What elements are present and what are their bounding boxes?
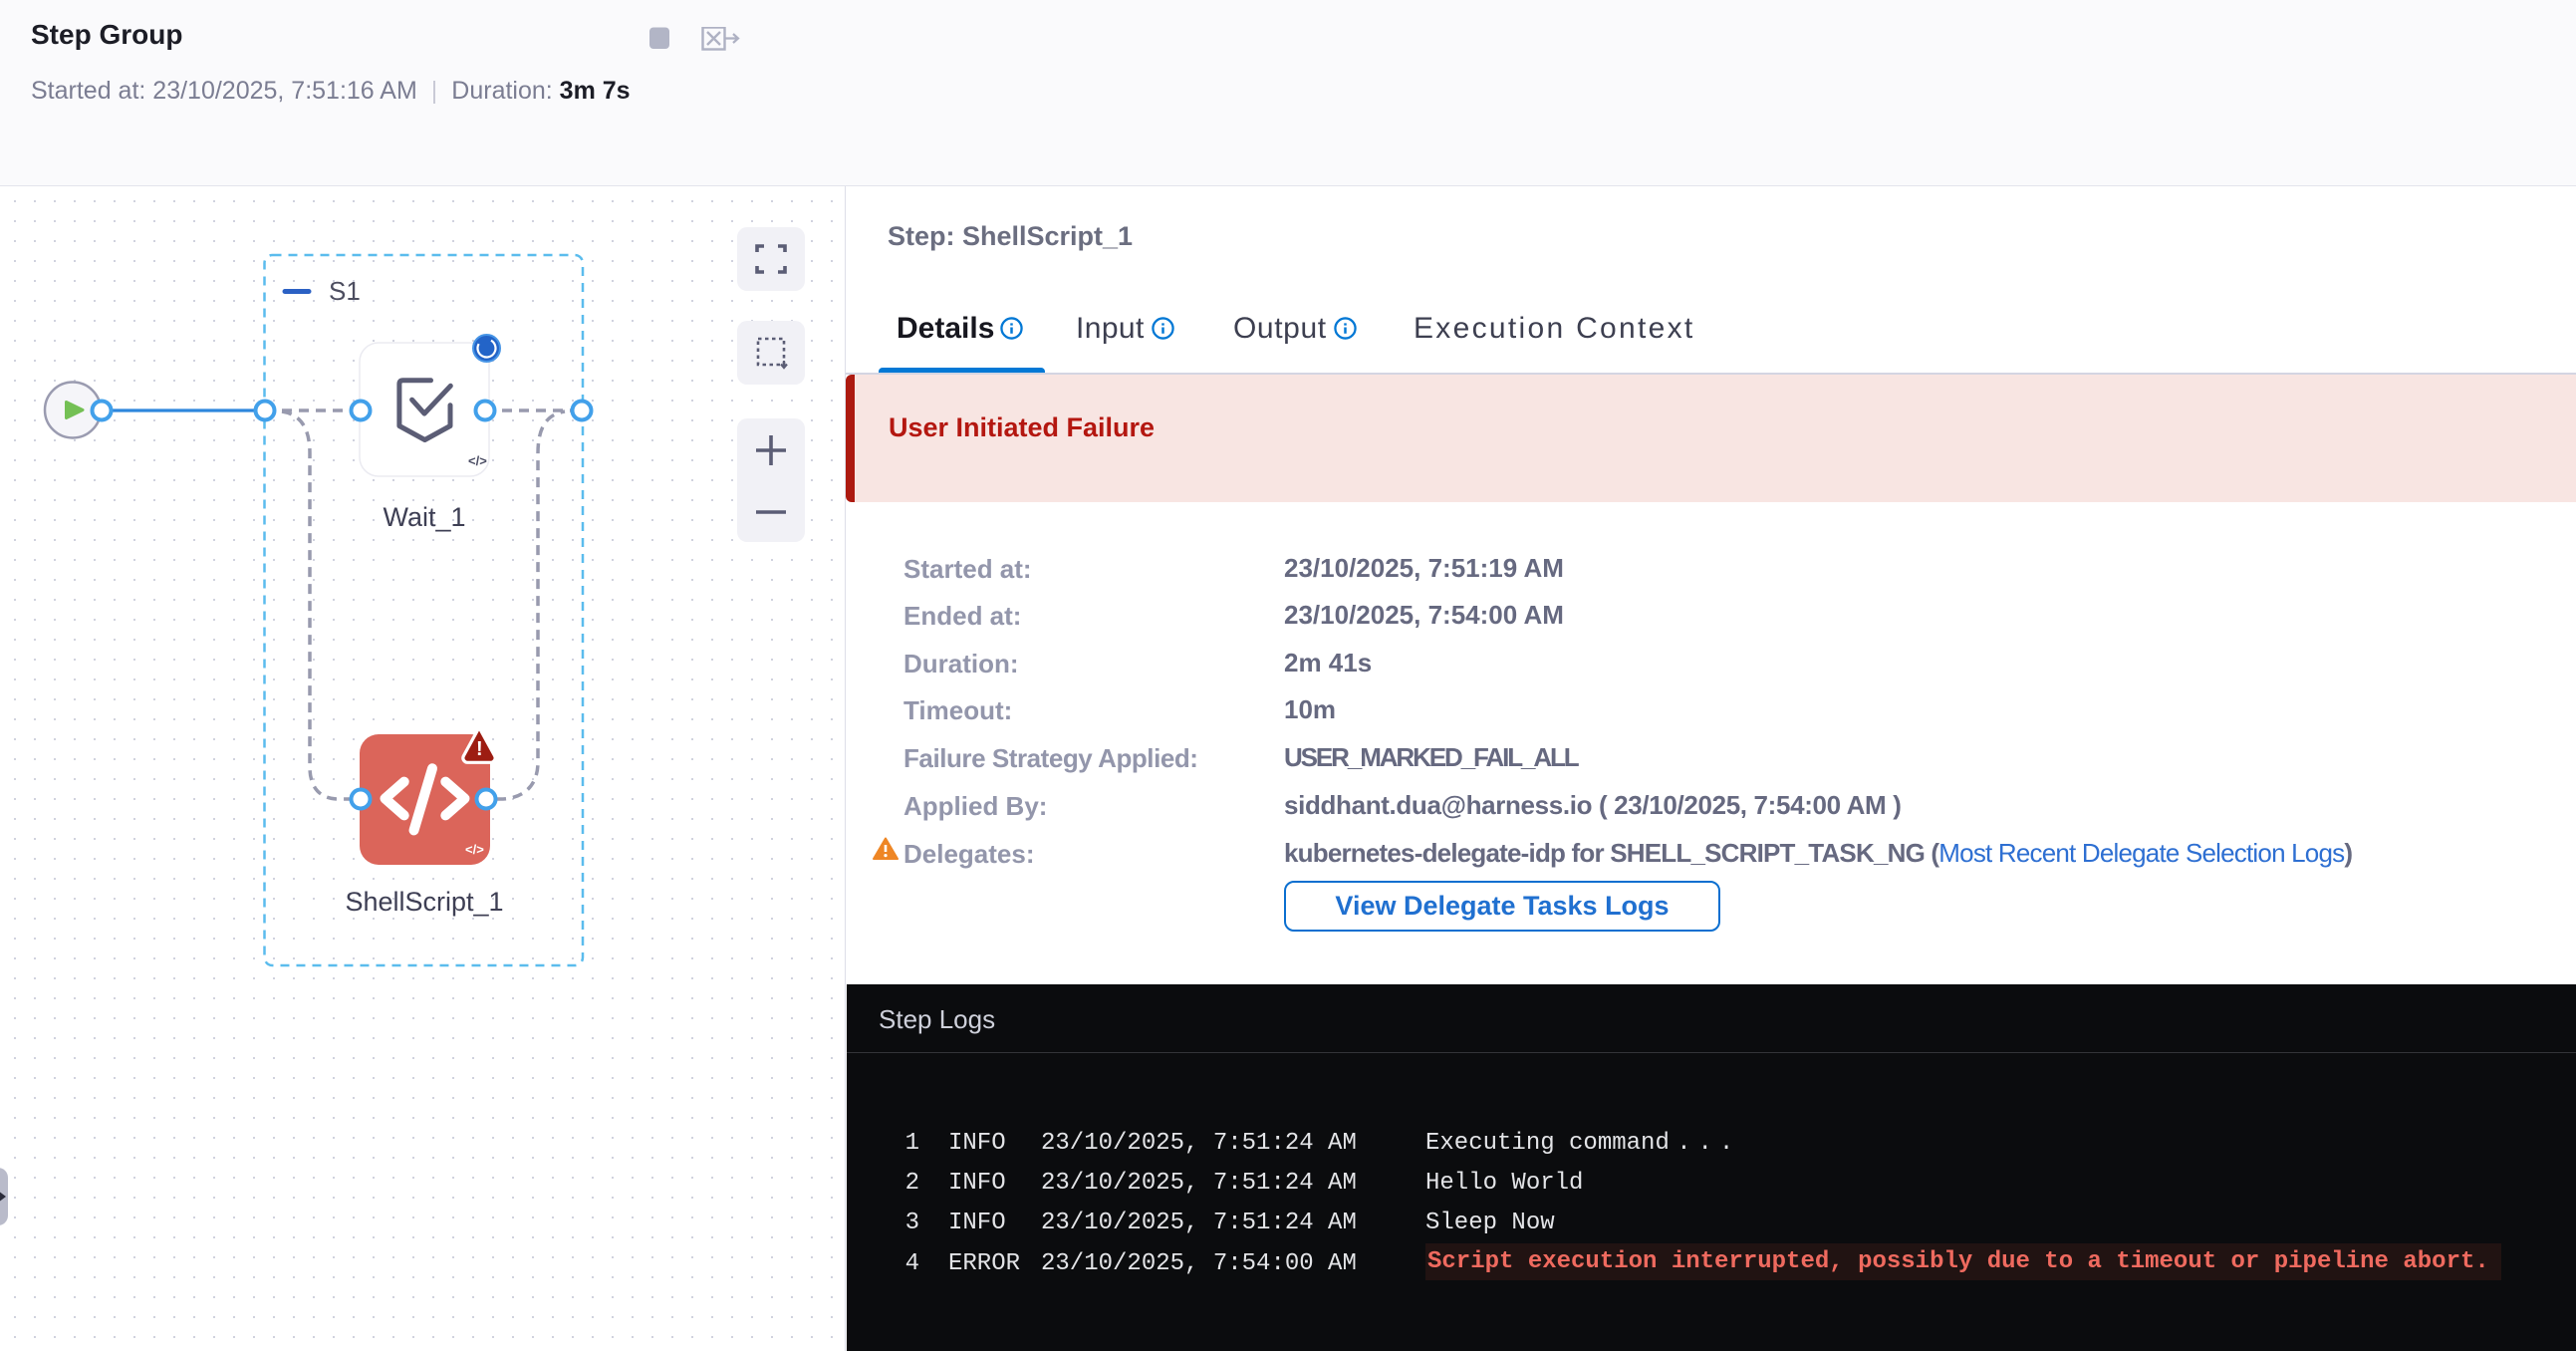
svg-text:S1: S1 <box>329 276 361 306</box>
svg-text:!: ! <box>476 738 483 760</box>
svg-text:</>: </> <box>468 453 487 468</box>
svg-text:</>: </> <box>465 842 484 857</box>
